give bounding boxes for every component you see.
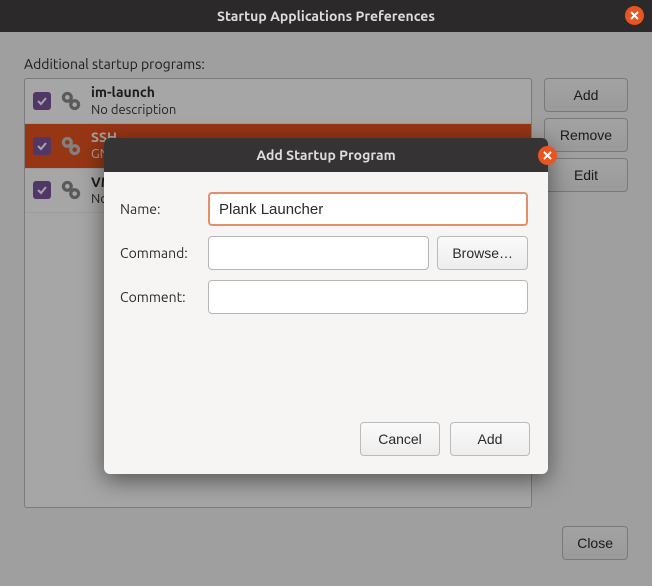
command-field[interactable]	[208, 236, 429, 270]
label-comment: Comment:	[116, 289, 208, 305]
label-name: Name:	[116, 201, 208, 217]
cancel-button[interactable]: Cancel	[360, 422, 440, 456]
close-icon[interactable]	[625, 6, 644, 25]
comment-field[interactable]	[208, 280, 528, 314]
titlebar: Startup Applications Preferences	[0, 0, 652, 32]
window-title: Startup Applications Preferences	[0, 8, 652, 24]
dialog-title: Add Startup Program	[104, 147, 548, 163]
add-dialog: Add Startup Program Name: Command: Brows…	[104, 138, 548, 474]
name-field[interactable]	[208, 192, 528, 226]
dialog-body: Name: Command: Browse… Comment:	[104, 172, 548, 342]
row-name: Name:	[116, 192, 528, 226]
dialog-add-button[interactable]: Add	[450, 422, 530, 456]
dialog-titlebar: Add Startup Program	[104, 138, 548, 172]
browse-button[interactable]: Browse…	[437, 236, 528, 270]
dialog-footer: Cancel Add	[104, 342, 548, 474]
label-command: Command:	[116, 245, 208, 261]
dialog-close-icon[interactable]	[538, 146, 557, 165]
row-command: Command: Browse…	[116, 236, 528, 270]
row-comment: Comment:	[116, 280, 528, 314]
